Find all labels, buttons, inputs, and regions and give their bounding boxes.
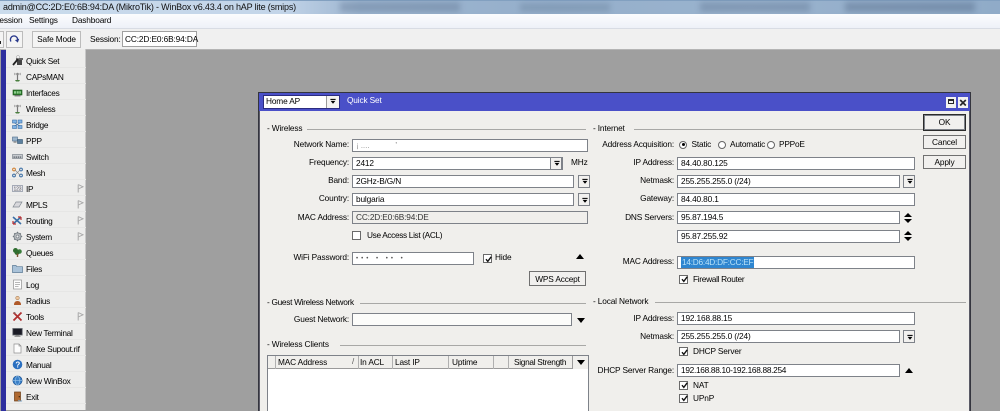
svg-text:?: ? [15,360,20,369]
svg-text:123: 123 [14,186,22,192]
